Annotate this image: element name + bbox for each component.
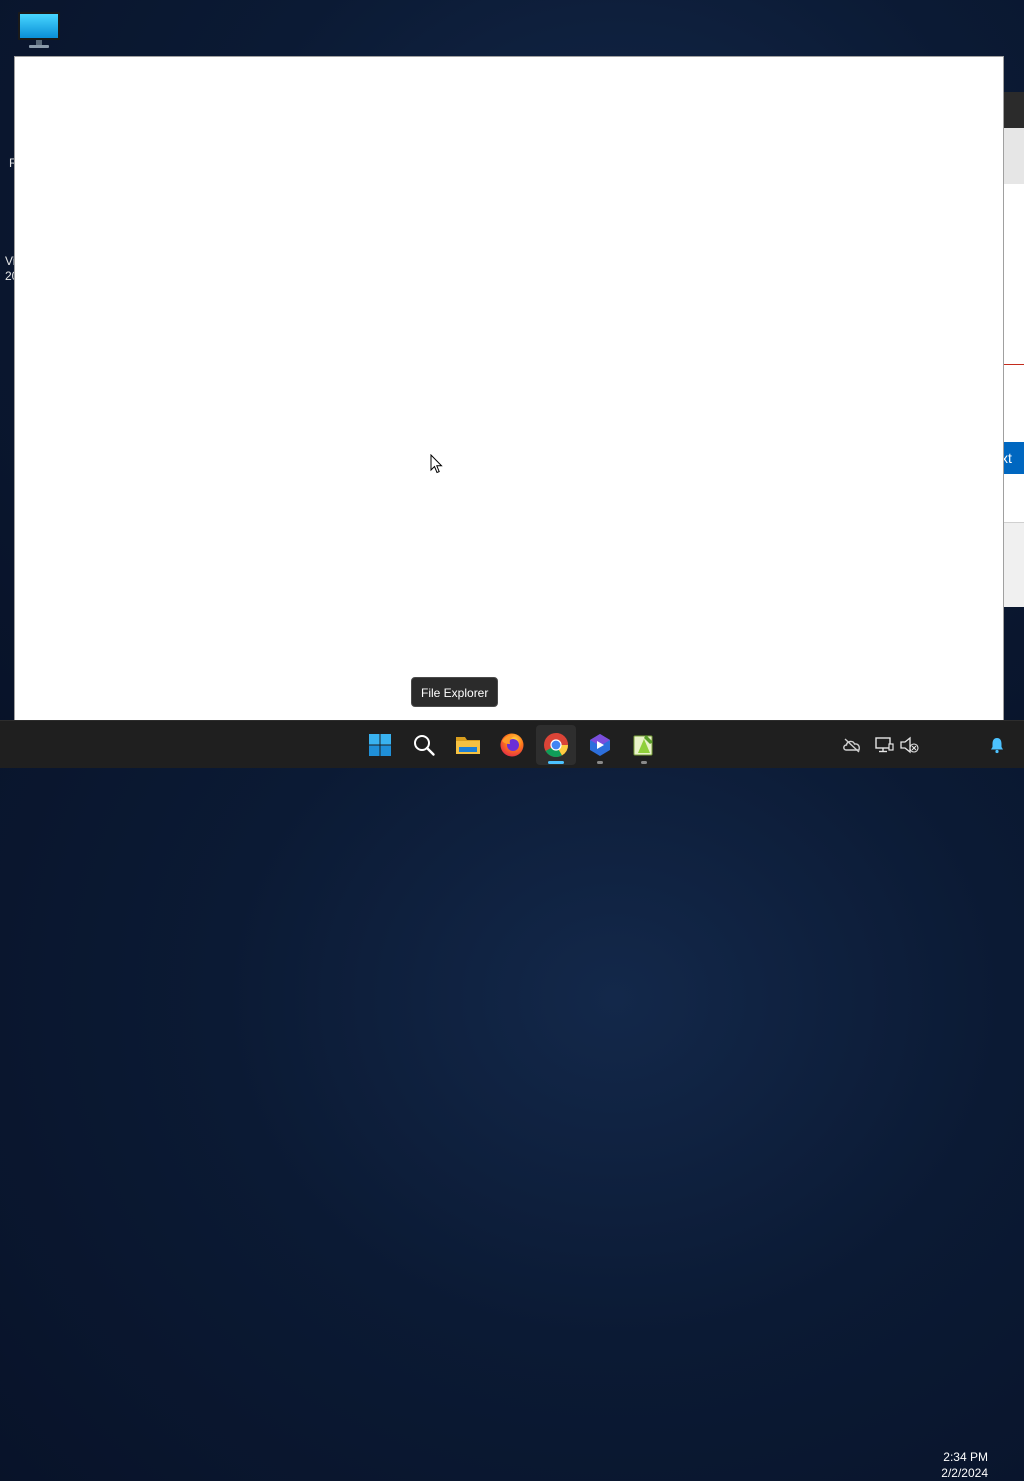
clock-date: 2/2/2024 bbox=[941, 1466, 988, 1480]
taskbar-search-button[interactable] bbox=[404, 725, 444, 765]
notification-bell-icon bbox=[991, 738, 1003, 754]
firefox-icon bbox=[500, 733, 524, 757]
background-window: xt bbox=[1003, 92, 1024, 607]
folder-icon bbox=[456, 737, 480, 754]
next-button[interactable]: xt bbox=[1003, 442, 1024, 474]
taskbar-firefox-button[interactable] bbox=[492, 725, 532, 765]
running-app-indicator bbox=[597, 761, 603, 764]
background-window-titlebar bbox=[1003, 92, 1024, 128]
power-automate-icon bbox=[590, 734, 610, 756]
taskbar-clock[interactable]: 2:34 PM 2/2/2024 bbox=[924, 1449, 988, 1481]
taskbar-chrome-button[interactable] bbox=[536, 725, 576, 765]
volume-muted-icon bbox=[900, 736, 919, 754]
taskbar: 2:34 PM 2/2/2024 bbox=[0, 720, 1024, 1480]
background-window-header bbox=[1003, 128, 1024, 184]
tray-onedrive-button[interactable] bbox=[842, 735, 862, 755]
active-app-indicator bbox=[548, 761, 564, 764]
running-app-indicator bbox=[641, 761, 647, 764]
notepadpp-icon bbox=[633, 735, 653, 756]
desktop-peek-text: Vi bbox=[5, 254, 16, 268]
onedrive-offline-icon bbox=[843, 738, 860, 753]
error-underline bbox=[1003, 364, 1024, 365]
network-icon bbox=[875, 737, 894, 753]
tray-network-button[interactable] bbox=[874, 735, 894, 755]
blank-window[interactable] bbox=[15, 57, 1003, 720]
background-window-footer bbox=[1003, 522, 1024, 607]
mouse-cursor-icon bbox=[430, 454, 443, 474]
this-pc-desktop-icon[interactable] bbox=[16, 10, 62, 52]
taskbar-notepadpp-button[interactable] bbox=[624, 725, 664, 765]
taskbar-tooltip: File Explorer bbox=[411, 677, 499, 707]
monitor-icon bbox=[18, 12, 60, 48]
taskbar-power-automate-button[interactable] bbox=[580, 725, 620, 765]
tray-notifications-button[interactable] bbox=[987, 735, 1007, 755]
windows-start-icon bbox=[369, 734, 391, 756]
tray-volume-button[interactable] bbox=[899, 735, 919, 755]
search-icon bbox=[414, 735, 435, 756]
taskbar-file-explorer-button[interactable] bbox=[448, 725, 488, 765]
clock-time: 2:34 PM bbox=[943, 1450, 988, 1464]
chrome-icon bbox=[544, 733, 568, 758]
taskbar-start-button[interactable] bbox=[360, 725, 400, 765]
